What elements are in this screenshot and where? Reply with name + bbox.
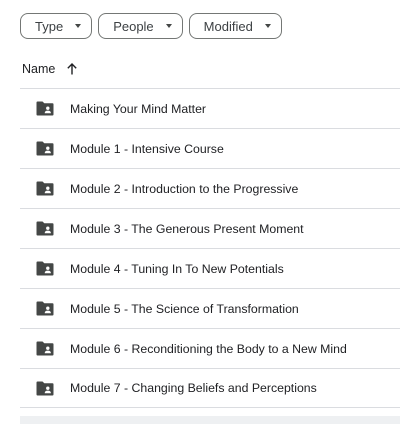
item-name: Module 5 - The Science of Transformation — [70, 301, 299, 316]
chevron-down-icon — [264, 24, 271, 28]
list-item[interactable]: Making Your Mind Matter — [20, 88, 400, 128]
item-name: Making Your Mind Matter — [70, 101, 207, 116]
list-item-partial[interactable] — [20, 416, 400, 424]
chevron-down-icon — [165, 24, 172, 28]
list-item[interactable]: Module 4 - Tuning In To New Potentials — [20, 248, 400, 288]
list-item[interactable]: Module 6 - Reconditioning the Body to a … — [20, 328, 400, 368]
filter-bar: Type People Modified — [20, 13, 282, 39]
shared-folder-icon — [36, 301, 54, 316]
shared-folder-icon — [36, 141, 54, 156]
type-filter-chip[interactable]: Type — [20, 13, 93, 39]
item-name: Module 1 - Intensive Course — [70, 141, 224, 156]
shared-folder-icon — [36, 101, 54, 116]
shared-folder-icon — [36, 181, 54, 196]
people-filter-chip[interactable]: People — [98, 13, 183, 39]
list-item[interactable]: Module 2 - Introduction to the Progressi… — [20, 168, 400, 208]
item-name: Module 7 - Changing Beliefs and Percepti… — [70, 381, 317, 395]
item-name: Module 6 - Reconditioning the Body to a … — [70, 341, 347, 356]
list-item[interactable]: Module 5 - The Science of Transformation — [20, 288, 400, 328]
item-name: Module 4 - Tuning In To New Potentials — [70, 261, 284, 276]
shared-folder-icon — [36, 261, 54, 276]
list-item[interactable]: Module 7 - Changing Beliefs and Percepti… — [20, 368, 400, 408]
file-list: Making Your Mind Matter Module 1 - Inten… — [20, 88, 400, 408]
chevron-down-icon — [75, 24, 82, 28]
arrow-up-icon[interactable] — [65, 62, 79, 76]
type-filter-label: Type — [35, 18, 64, 34]
shared-folder-icon — [36, 341, 54, 356]
list-item[interactable]: Module 1 - Intensive Course — [20, 128, 400, 168]
shared-folder-icon — [36, 221, 54, 236]
list-item[interactable]: Module 3 - The Generous Present Moment — [20, 208, 400, 248]
shared-folder-icon — [36, 381, 54, 395]
list-header: Name — [22, 62, 79, 76]
name-column-header[interactable]: Name — [22, 62, 55, 76]
people-filter-label: People — [113, 18, 154, 34]
modified-filter-label: Modified — [203, 18, 253, 34]
item-name: Module 3 - The Generous Present Moment — [70, 221, 304, 236]
modified-filter-chip[interactable]: Modified — [188, 13, 282, 39]
item-name: Module 2 - Introduction to the Progressi… — [70, 181, 299, 196]
